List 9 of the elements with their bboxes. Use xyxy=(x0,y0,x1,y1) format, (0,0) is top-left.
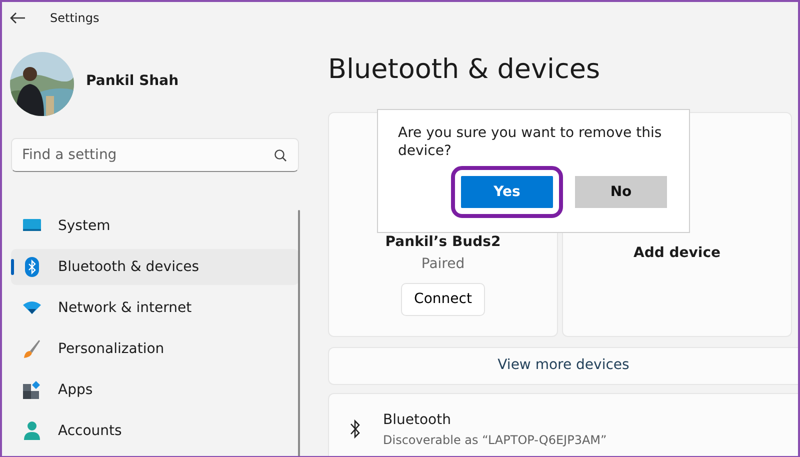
dialog-message: Are you sure you want to remove this device? xyxy=(398,124,663,160)
bluetooth-title: Bluetooth xyxy=(383,410,452,430)
add-device-label: Add device xyxy=(634,244,720,262)
device-name: Pankil’s Buds2 xyxy=(385,232,501,252)
user-name: Pankil Shah xyxy=(86,72,179,90)
discoverable-text: Discoverable as “LAPTOP-Q6EJP3AM” xyxy=(383,432,607,448)
device-status: Paired xyxy=(421,254,465,274)
page-title: Bluetooth & devices xyxy=(328,53,602,87)
window-title: Settings xyxy=(50,10,100,27)
